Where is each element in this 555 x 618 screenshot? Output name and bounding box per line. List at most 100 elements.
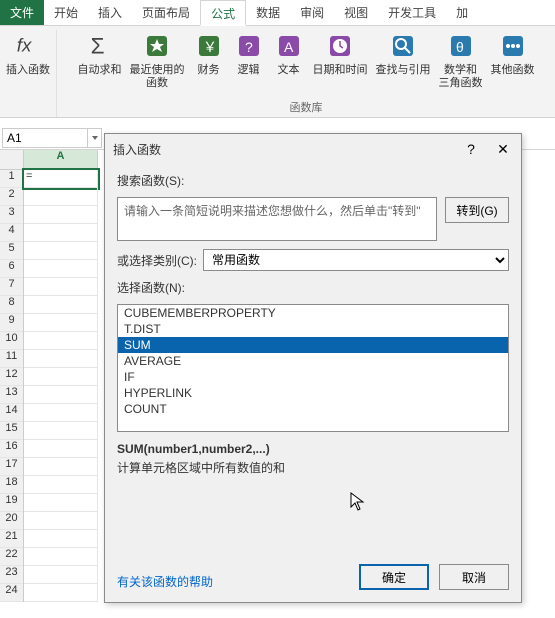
function-list-item[interactable]: CUBEMEMBERPROPERTY (118, 305, 508, 321)
financial-icon: ￥ (193, 30, 225, 62)
financial-label: 财务 (198, 64, 220, 77)
row-header[interactable]: 18 (0, 476, 23, 494)
autosum-label: 自动求和 (78, 64, 122, 77)
row-header[interactable]: 4 (0, 224, 23, 242)
tab-dev[interactable]: 开发工具 (378, 0, 446, 25)
row-header[interactable]: 9 (0, 314, 23, 332)
ok-button[interactable]: 确定 (359, 564, 429, 590)
function-listbox[interactable]: CUBEMEMBERPROPERTYT.DISTSUMAVERAGEIFHYPE… (117, 304, 509, 432)
row-header[interactable]: 11 (0, 350, 23, 368)
function-signature: SUM(number1,number2,...) (117, 440, 509, 459)
cell[interactable] (24, 494, 98, 512)
row-header[interactable]: 7 (0, 278, 23, 296)
select-all-corner[interactable] (0, 150, 23, 170)
tab-view[interactable]: 视图 (334, 0, 378, 25)
logical-icon: ? (233, 30, 265, 62)
more-functions-button[interactable]: 其他函数 (491, 30, 535, 90)
logical-button[interactable]: ? 逻辑 (233, 30, 265, 90)
tab-review[interactable]: 审阅 (290, 0, 334, 25)
tab-insert[interactable]: 插入 (88, 0, 132, 25)
cell[interactable] (24, 386, 98, 404)
cell[interactable] (24, 206, 98, 224)
name-box-dropdown[interactable] (88, 128, 102, 148)
recent-functions-button[interactable]: 最近使用的 函数 (130, 30, 185, 90)
help-link[interactable]: 有关该函数的帮助 (117, 573, 213, 590)
financial-button[interactable]: ￥ 财务 (193, 30, 225, 90)
row-header[interactable]: 21 (0, 530, 23, 548)
cell[interactable] (24, 530, 98, 548)
row-header[interactable]: 10 (0, 332, 23, 350)
row-header[interactable]: 1 (0, 170, 23, 188)
tab-formula[interactable]: 公式 (200, 0, 246, 26)
tab-data[interactable]: 数据 (246, 0, 290, 25)
row-header[interactable]: 23 (0, 566, 23, 584)
cell[interactable] (24, 458, 98, 476)
tab-addins[interactable]: 加 (446, 0, 478, 25)
row-header[interactable]: 16 (0, 440, 23, 458)
cell[interactable]: = (24, 170, 98, 188)
cell[interactable] (24, 566, 98, 584)
cell[interactable] (24, 224, 98, 242)
more-icon (497, 30, 529, 62)
function-list-item[interactable]: HYPERLINK (118, 385, 508, 401)
cell[interactable] (24, 422, 98, 440)
cell[interactable] (24, 368, 98, 386)
category-select[interactable]: 常用函数 (203, 249, 509, 271)
cell[interactable] (24, 278, 98, 296)
cell[interactable] (24, 314, 98, 332)
row-header[interactable]: 24 (0, 584, 23, 602)
help-button[interactable]: ? (461, 140, 481, 158)
text-button[interactable]: A 文本 (273, 30, 305, 90)
row-header[interactable]: 8 (0, 296, 23, 314)
close-button[interactable]: ✕ (493, 140, 513, 158)
row-header[interactable]: 20 (0, 512, 23, 530)
tab-file[interactable]: 文件 (0, 0, 44, 25)
name-box[interactable] (2, 128, 88, 148)
row-header[interactable]: 19 (0, 494, 23, 512)
function-list-item[interactable]: COUNT (118, 401, 508, 417)
row-header[interactable]: 17 (0, 458, 23, 476)
cell[interactable] (24, 584, 98, 602)
cancel-button[interactable]: 取消 (439, 564, 509, 590)
search-input[interactable]: 请输入一条简短说明来描述您想做什么，然后单击"转到" (117, 197, 437, 241)
cell[interactable] (24, 512, 98, 530)
insert-function-label: 插入函数 (6, 64, 50, 77)
cell[interactable] (24, 350, 98, 368)
cell[interactable] (24, 476, 98, 494)
autosum-button[interactable]: Σ 自动求和 (78, 30, 122, 90)
row-header[interactable]: 6 (0, 260, 23, 278)
datetime-button[interactable]: 日期和时间 (313, 30, 368, 90)
go-button[interactable]: 转到(G) (445, 197, 509, 223)
row-header[interactable]: 3 (0, 206, 23, 224)
cell[interactable] (24, 188, 98, 206)
tab-layout[interactable]: 页面布局 (132, 0, 200, 25)
col-header-a[interactable]: A (24, 150, 98, 170)
cell[interactable] (24, 242, 98, 260)
fx-icon: fx (12, 30, 44, 62)
row-header[interactable]: 12 (0, 368, 23, 386)
function-list-item[interactable]: IF (118, 369, 508, 385)
insert-function-dialog: 插入函数 ? ✕ 搜索函数(S): 请输入一条简短说明来描述您想做什么，然后单击… (104, 133, 522, 603)
row-header[interactable]: 15 (0, 422, 23, 440)
math-button[interactable]: θ 数学和 三角函数 (439, 30, 483, 90)
cell[interactable] (24, 440, 98, 458)
row-header[interactable]: 22 (0, 548, 23, 566)
function-list-item[interactable]: AVERAGE (118, 353, 508, 369)
row-header[interactable]: 14 (0, 404, 23, 422)
function-list-item[interactable]: T.DIST (118, 321, 508, 337)
ribbon-group-label: 函数库 (290, 97, 323, 117)
tab-home[interactable]: 开始 (44, 0, 88, 25)
cell[interactable] (24, 548, 98, 566)
cell[interactable] (24, 404, 98, 422)
insert-function-button[interactable]: fx 插入函数 (6, 30, 50, 77)
row-header[interactable]: 5 (0, 242, 23, 260)
cell[interactable] (24, 296, 98, 314)
lookup-button[interactable]: 查找与引用 (376, 30, 431, 90)
row-header[interactable]: 13 (0, 386, 23, 404)
function-list-item[interactable]: SUM (118, 337, 508, 353)
cell[interactable] (24, 332, 98, 350)
row-header[interactable]: 2 (0, 188, 23, 206)
category-label: 或选择类别(C): (117, 252, 197, 269)
cell[interactable] (24, 260, 98, 278)
chevron-down-icon (92, 136, 98, 140)
